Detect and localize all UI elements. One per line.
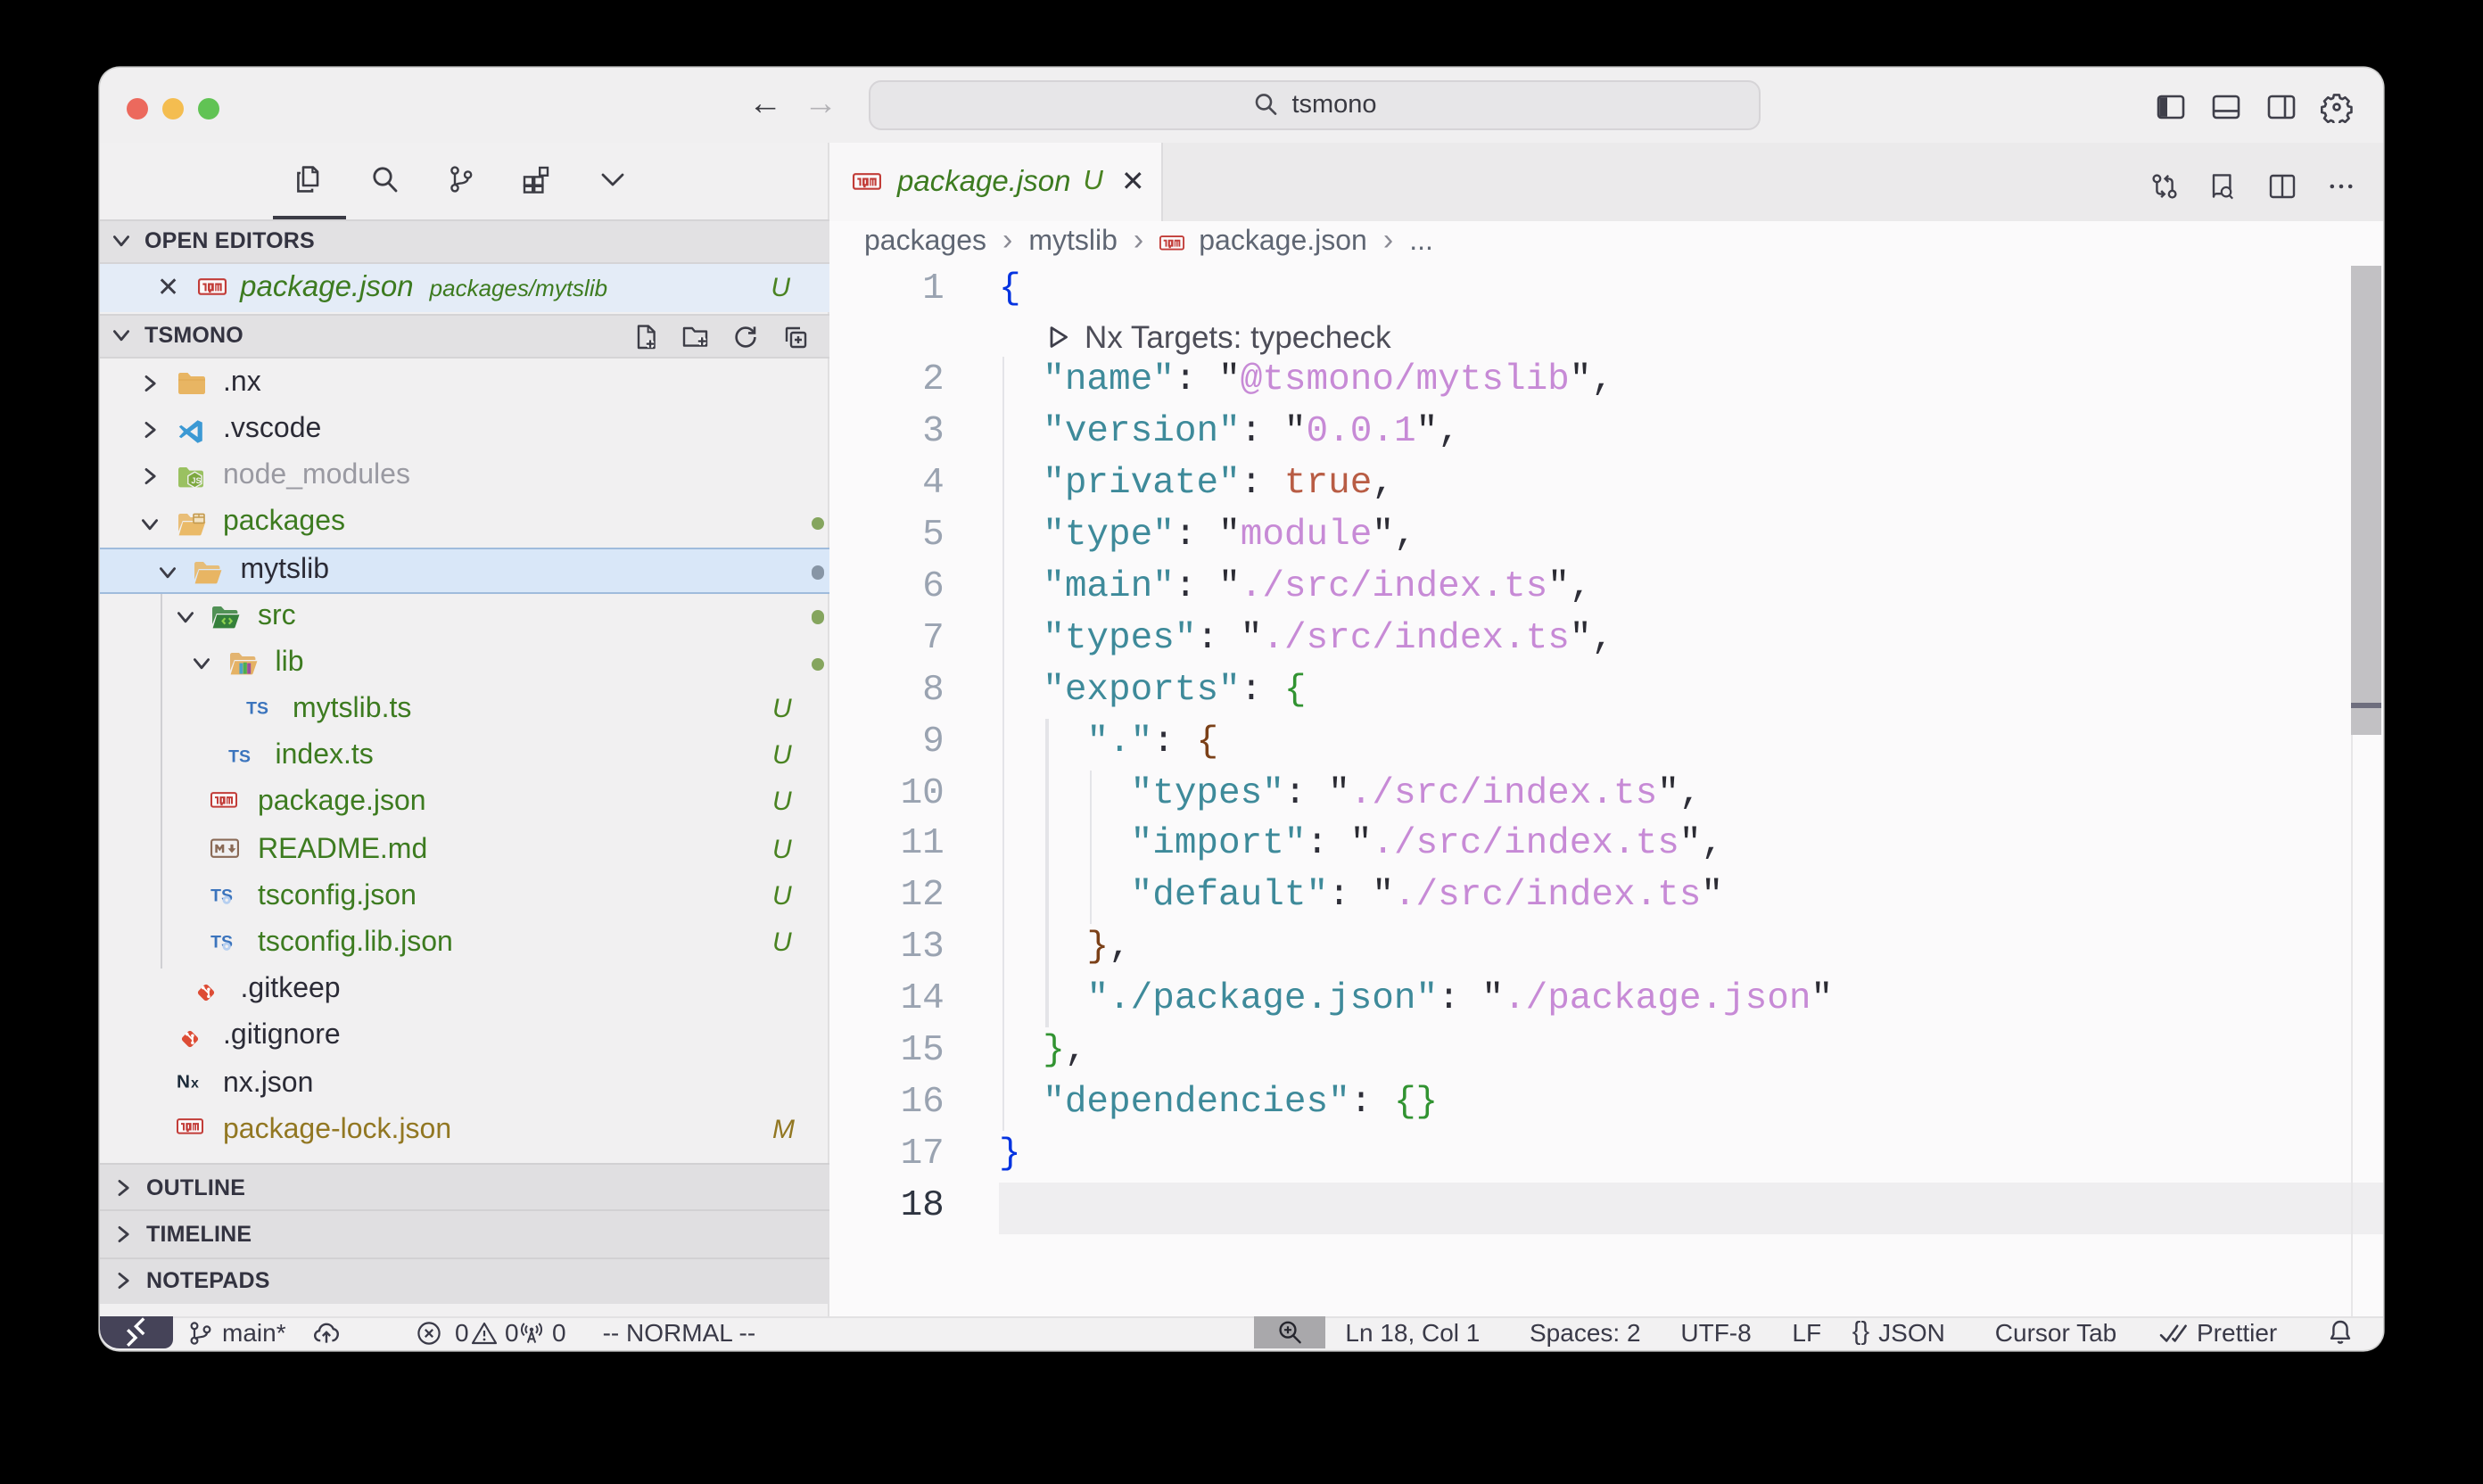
- svg-text:TS: TS: [245, 700, 268, 719]
- svg-text:JS: JS: [190, 477, 200, 486]
- svg-text:N: N: [176, 1072, 189, 1091]
- svg-text:x: x: [190, 1076, 198, 1091]
- svg-text:TS: TS: [228, 746, 251, 765]
